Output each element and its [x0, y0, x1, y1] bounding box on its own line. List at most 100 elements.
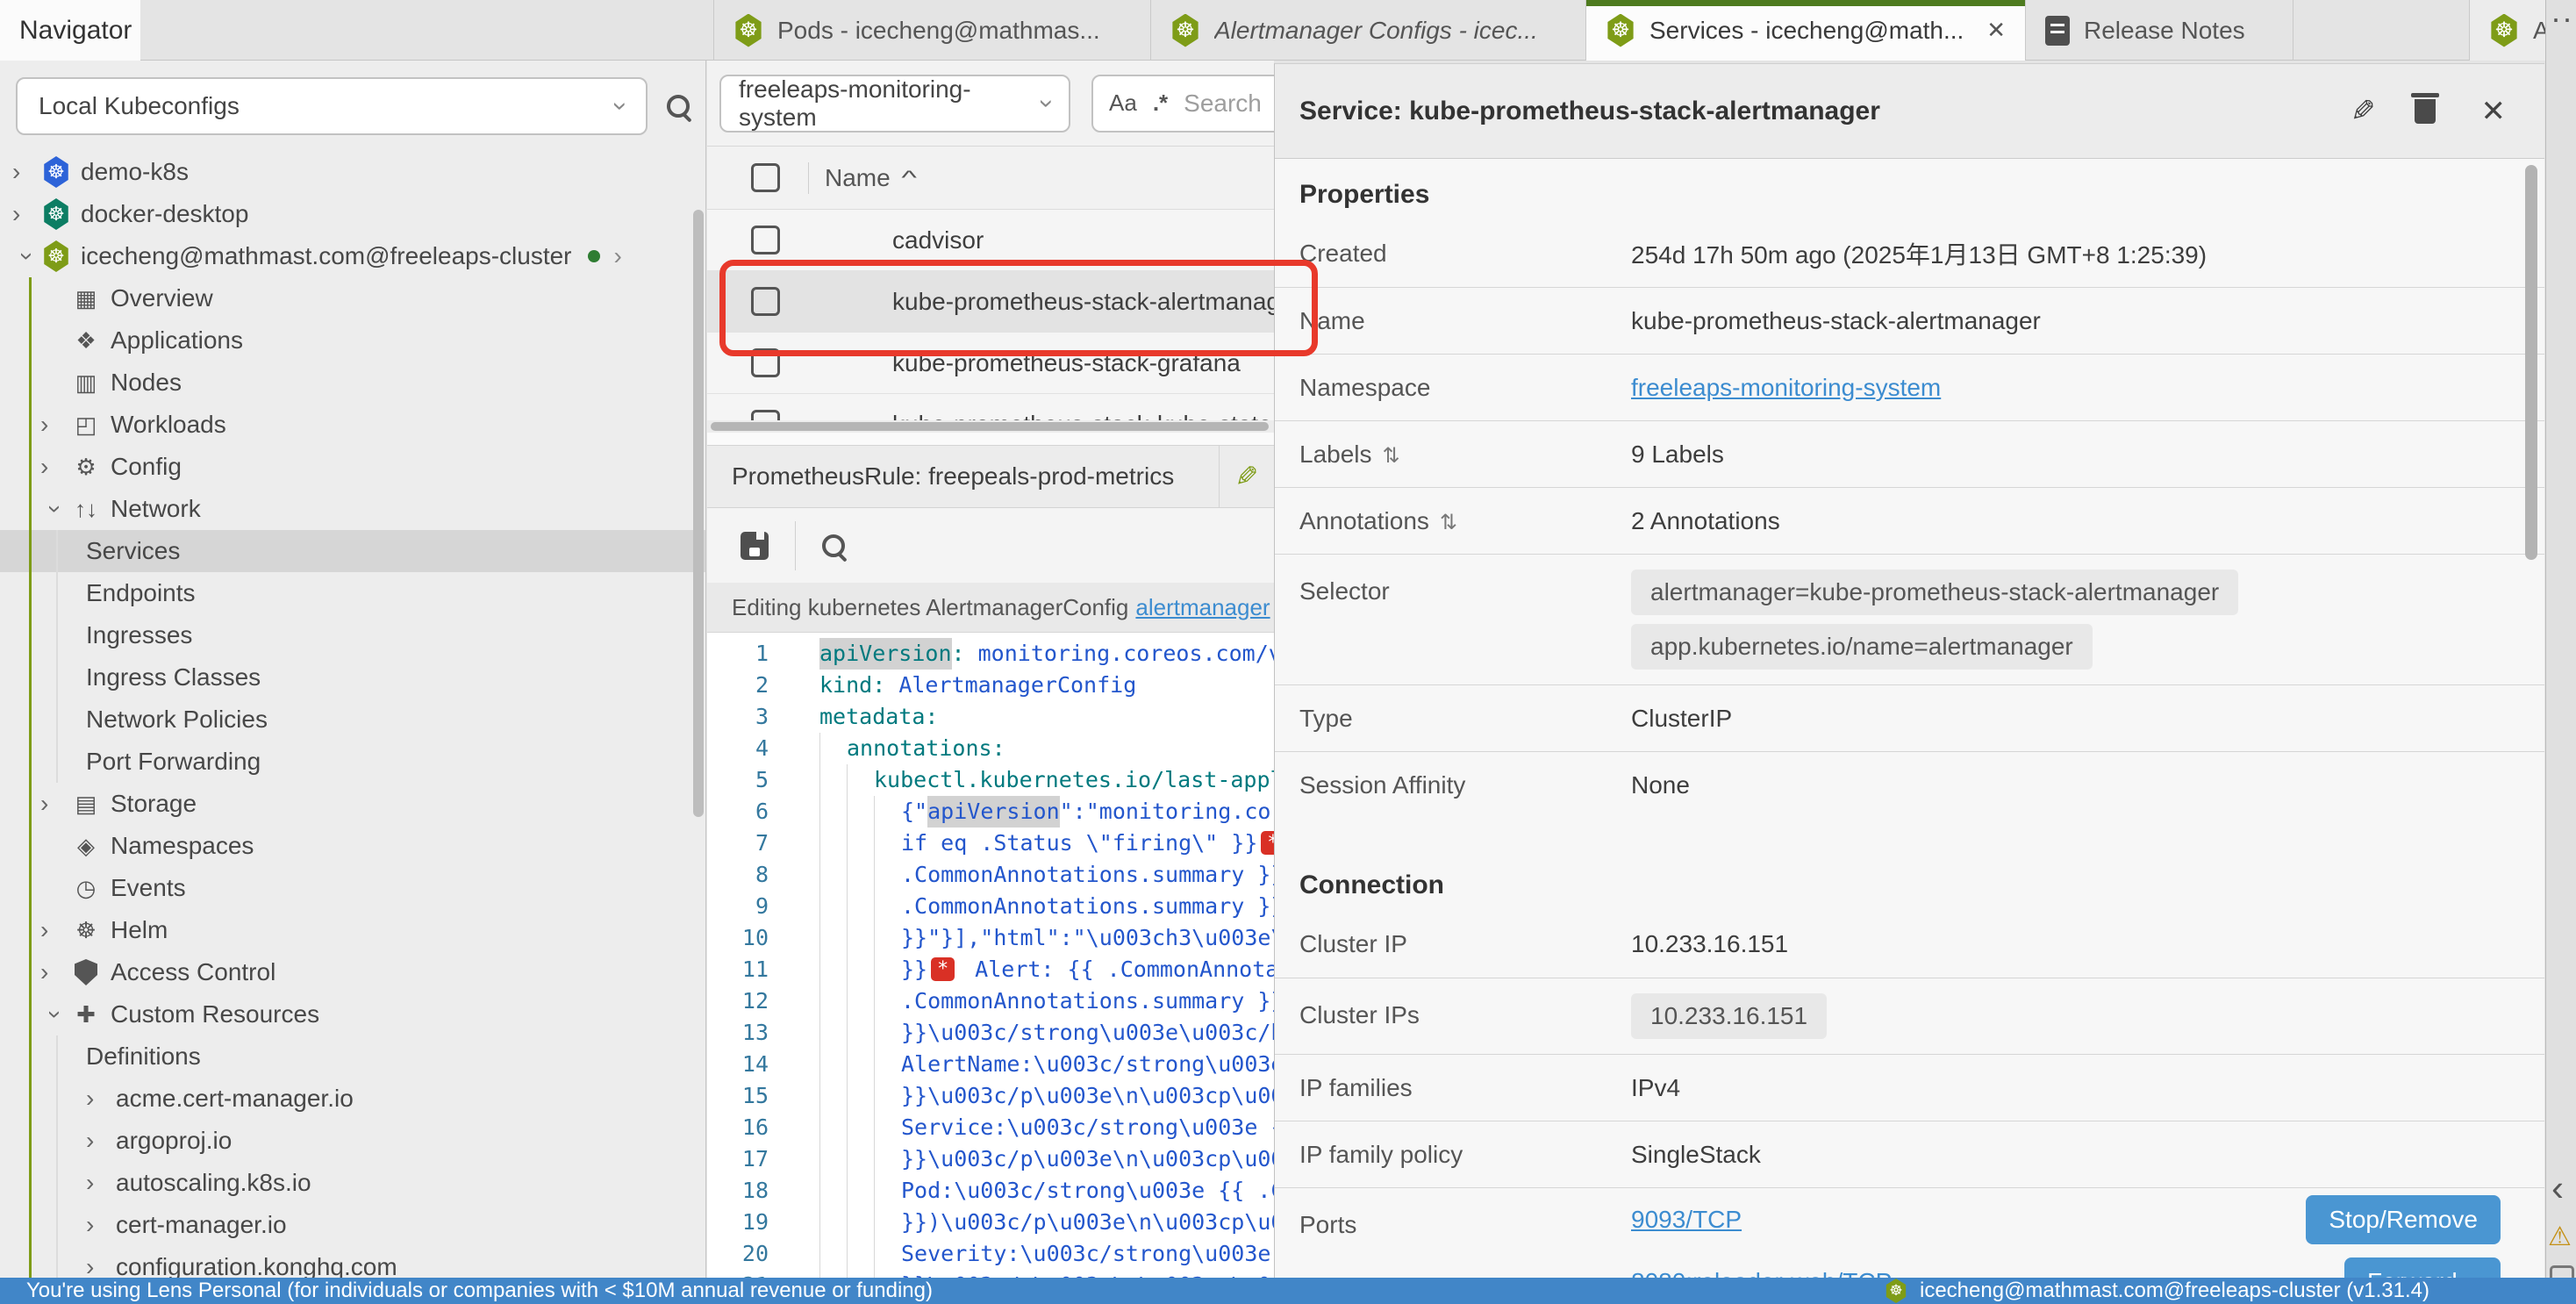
- indent-guide: [874, 922, 901, 954]
- sidebar-item-acme-cert-manager-io[interactable]: ›acme.cert-manager.io: [0, 1078, 705, 1120]
- kubeconfig-selector[interactable]: Local Kubeconfigs ›: [16, 77, 648, 135]
- forward-button[interactable]: Forward...: [2344, 1257, 2501, 1279]
- sidebar-item-autoscaling-k8s-io[interactable]: ›autoscaling.k8s.io: [0, 1162, 705, 1204]
- tab-alertmanager-configs[interactable]: ☸Alertmanager Configs - icec...: [1150, 0, 1585, 61]
- sidebar-item-definitions[interactable]: Definitions: [0, 1035, 705, 1078]
- chevron-down-icon[interactable]: ›: [41, 999, 69, 1029]
- chevron-down-icon[interactable]: ›: [13, 241, 41, 271]
- sidebar-item-demo-k8s[interactable]: ›☸demo-k8s: [0, 151, 705, 193]
- port-link-9093-tcp[interactable]: 9093/TCP: [1631, 1206, 1742, 1234]
- sidebar-item-icecheng-mathmast-com-freeleaps-cluster[interactable]: ›☸icecheng@mathmast.com@freeleaps-cluste…: [0, 235, 705, 277]
- search-icon[interactable]: [667, 95, 690, 118]
- stop-remove-button[interactable]: Stop/Remove: [2306, 1195, 2501, 1244]
- namespace-selector[interactable]: freeleaps-monitoring-system ›: [719, 75, 1070, 133]
- row-checkbox[interactable]: [751, 410, 780, 420]
- tree-indent-guide: [56, 1035, 58, 1278]
- breadcrumb-resource-link[interactable]: alertmanager: [1135, 594, 1270, 621]
- regex-icon[interactable]: .*: [1153, 90, 1168, 117]
- sidebar-item-access-control[interactable]: ›Access Control: [0, 951, 705, 993]
- sidebar-item-custom-resources[interactable]: ›✚Custom Resources: [0, 993, 705, 1035]
- tab-pods[interactable]: ☸Pods - icecheng@mathmas...: [713, 0, 1150, 61]
- scrollbar-thumb[interactable]: [711, 422, 1269, 431]
- sidebar-item-docker-desktop[interactable]: ›☸docker-desktop: [0, 193, 705, 235]
- chevron-right-icon[interactable]: ›: [86, 1085, 116, 1113]
- sidebar-item-ingresses[interactable]: Ingresses: [0, 614, 705, 656]
- sidebar-item-ingress-classes[interactable]: Ingress Classes: [0, 656, 705, 699]
- port-link-8080-reloader-web-tcp[interactable]: 8080:reloader-web/TCP: [1631, 1268, 1892, 1279]
- chevron-right-icon[interactable]: ›: [40, 411, 70, 439]
- chevron-right-icon[interactable]: ›: [40, 958, 70, 986]
- close-icon[interactable]: ✕: [2481, 94, 2507, 129]
- close-tab-icon[interactable]: ✕: [1986, 17, 2006, 44]
- sidebar-item-nodes[interactable]: ▥Nodes: [0, 362, 705, 404]
- sidebar-item-helm[interactable]: ›☸Helm: [0, 909, 705, 951]
- sidebar-item-endpoints[interactable]: Endpoints: [0, 572, 705, 614]
- chevron-right-icon[interactable]: ›: [40, 790, 70, 818]
- sidebar-item-services[interactable]: Services: [0, 530, 705, 572]
- shield-icon: [75, 959, 97, 985]
- config-icon: ⚙: [70, 454, 102, 481]
- chevron-right-icon[interactable]: ›: [86, 1211, 116, 1239]
- events-icon: ◷: [70, 875, 102, 902]
- indent-guide: [847, 922, 874, 954]
- editor-search-icon[interactable]: [822, 534, 845, 557]
- sidebar-item-network[interactable]: ›↑↓Network: [0, 488, 705, 530]
- code-text: {"apiVersion":"monitoring.core: [788, 796, 1274, 828]
- select-all-checkbox[interactable]: [751, 163, 780, 192]
- detail-row-selector: Selectoralertmanager=kube-prometheus-sta…: [1275, 554, 2544, 684]
- yaml-editor[interactable]: 1apiVersion: monitoring.coreos.com/v12ki…: [707, 633, 1274, 1278]
- name-column-header[interactable]: Name: [825, 164, 891, 192]
- sidebar-item-overview[interactable]: ▦Overview: [0, 277, 705, 319]
- namespace-link[interactable]: freeleaps-monitoring-system: [1631, 374, 1941, 402]
- warning-triangle-icon[interactable]: ⚠: [2548, 1222, 2572, 1252]
- chevron-right-icon[interactable]: ›: [86, 1127, 116, 1155]
- dock-tab-title[interactable]: PrometheusRule: freepeals-prod-metrics: [707, 462, 1219, 491]
- chevron-right-icon[interactable]: ›: [86, 1253, 116, 1278]
- sidebar-item-port-forwarding[interactable]: Port Forwarding: [0, 741, 705, 783]
- sort-toggle-icon[interactable]: ⇅: [1440, 511, 1457, 534]
- cluster-status[interactable]: ☸ icecheng@mathmast.com@freeleaps-cluste…: [1885, 1279, 2429, 1303]
- save-icon[interactable]: [741, 532, 769, 560]
- sidebar-item-namespaces[interactable]: ◈Namespaces: [0, 825, 705, 867]
- edit-pencil-icon[interactable]: ✎: [1220, 460, 1274, 493]
- dock-gap: [707, 433, 1274, 445]
- sidebar-item-label: Network Policies: [86, 706, 268, 734]
- detail-panel-scrollbar[interactable]: [2525, 165, 2537, 560]
- chevron-down-icon[interactable]: ›: [41, 494, 69, 524]
- match-case-icon[interactable]: Aa: [1109, 90, 1137, 117]
- port-list: 9093/TCP Stop/Remove 8080:reloader-web/TCP…: [1631, 1188, 2520, 1278]
- sidebar-item-argoproj-io[interactable]: ›argoproj.io: [0, 1120, 705, 1162]
- table-row-kube-prometheus-stack-kube-state-metrics[interactable]: kube-prometheus-stack-kube-state-metrics: [707, 394, 1274, 420]
- tab-services[interactable]: ☸Services - icecheng@math...✕: [1585, 0, 2025, 61]
- chevron-right-icon[interactable]: ›: [86, 1169, 116, 1197]
- chevron-right-icon[interactable]: ›: [12, 200, 42, 228]
- sidebar-item-cert-manager-io[interactable]: ›cert-manager.io: [0, 1204, 705, 1246]
- delete-trash-icon[interactable]: [2415, 99, 2436, 124]
- search-placeholder: Search: [1184, 90, 1262, 118]
- detail-label: Ports: [1299, 1188, 1631, 1239]
- chevron-right-icon[interactable]: ›: [614, 242, 622, 270]
- edit-pencil-icon[interactable]: ✎: [2351, 94, 2376, 129]
- list-search-input[interactable]: Aa .* Search: [1091, 75, 1274, 133]
- sidebar-item-configuration-konghq-com[interactable]: ›configuration.konghq.com: [0, 1246, 705, 1278]
- sort-toggle-icon[interactable]: ⇅: [1383, 444, 1400, 468]
- sort-ascending-icon[interactable]: ^: [901, 167, 917, 190]
- chevron-right-icon[interactable]: ›: [40, 916, 70, 944]
- code-token: Severity:\u003c/strong\u003e: [901, 1238, 1270, 1270]
- horizontal-scrollbar[interactable]: [707, 420, 1274, 433]
- sidebar-item-storage[interactable]: ›▤Storage: [0, 783, 705, 825]
- sidebar-item-events[interactable]: ◷Events: [0, 867, 705, 909]
- chevron-right-icon[interactable]: ›: [12, 158, 42, 186]
- tab-release-notes[interactable]: Release Notes: [2025, 0, 2293, 61]
- collapse-chevron-icon[interactable]: ‹: [2551, 1167, 2564, 1209]
- kubeconfig-selector-value: Local Kubeconfigs: [39, 92, 240, 120]
- chevron-right-icon[interactable]: ›: [40, 453, 70, 481]
- sidebar-scrollbar[interactable]: [693, 210, 704, 817]
- code-token: :: [925, 701, 938, 733]
- sidebar-item-applications[interactable]: ❖Applications: [0, 319, 705, 362]
- sidebar-item-network-policies[interactable]: Network Policies: [0, 699, 705, 741]
- row-checkbox[interactable]: [751, 226, 780, 254]
- sidebar-item-workloads[interactable]: ›◰Workloads: [0, 404, 705, 446]
- document-icon: [2045, 16, 2070, 46]
- sidebar-item-config[interactable]: ›⚙Config: [0, 446, 705, 488]
